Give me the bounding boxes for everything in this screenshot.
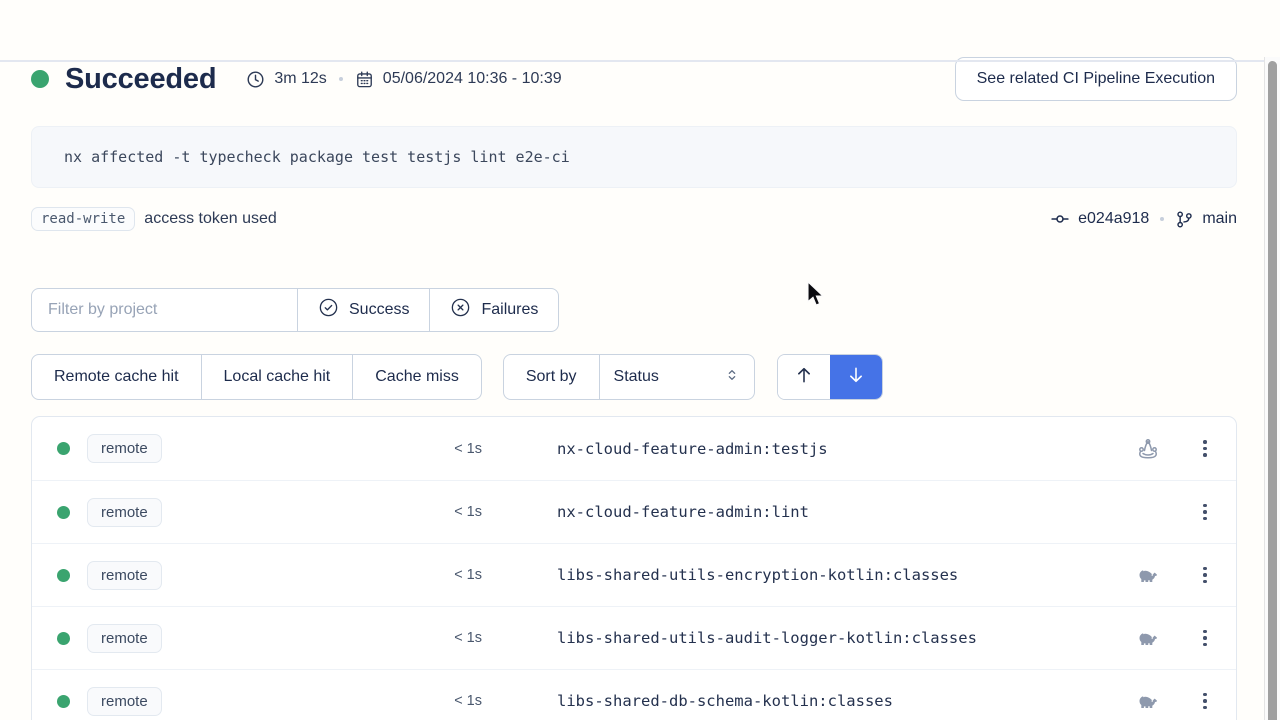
task-name[interactable]: libs-shared-db-schema-kotlin:classes [557, 692, 893, 710]
filter-failures-button[interactable]: Failures [429, 289, 558, 331]
sort-direction-group [777, 354, 883, 400]
git-branch-icon [1175, 210, 1194, 229]
status-success-dot [31, 70, 49, 88]
task-name[interactable]: libs-shared-utils-encryption-kotlin:clas… [557, 566, 958, 584]
run-status-title: Succeeded [65, 63, 216, 96]
task-name[interactable]: nx-cloud-feature-admin:lint [557, 503, 809, 521]
row-menu-kebab-icon[interactable] [1192, 560, 1218, 590]
git-commit-icon [1050, 209, 1070, 229]
task-row[interactable]: remote < 1s nx-cloud-feature-admin:testj… [32, 417, 1236, 480]
task-success-dot [57, 569, 70, 582]
run-header: Succeeded 3m 12s 05/06/2024 10:36 - 10:3… [31, 57, 1237, 101]
cache-miss-label: Cache miss [375, 368, 459, 386]
jest-icon [1136, 437, 1160, 461]
command-box: nx affected -t typecheck package test te… [31, 126, 1237, 188]
task-row[interactable]: remote < 1s libs-shared-utils-encryption… [32, 543, 1236, 606]
scrollbar-thumb[interactable] [1268, 61, 1277, 720]
token-row: read-write access token used e024a918 ma… [31, 205, 1237, 233]
cache-sort-row: Remote cache hit Local cache hit Cache m… [31, 354, 1237, 400]
check-circle-icon [318, 297, 339, 323]
cache-source-badge: remote [87, 434, 162, 463]
task-duration: < 1s [412, 693, 482, 709]
gradle-icon [1136, 563, 1160, 587]
filter-row: Success Failures [31, 288, 1237, 332]
filter-cache-miss-button[interactable]: Cache miss [352, 355, 481, 399]
run-date-range: 05/06/2024 10:36 - 10:39 [383, 70, 562, 88]
sort-field-select[interactable]: Status [599, 355, 754, 399]
local-cache-hit-label: Local cache hit [224, 368, 331, 386]
task-row[interactable]: remote < 1s libs-shared-utils-audit-logg… [32, 606, 1236, 669]
row-menu-kebab-icon[interactable] [1192, 434, 1218, 464]
task-row[interactable]: remote < 1s libs-shared-db-schema-kotlin… [32, 669, 1236, 720]
task-list: remote < 1s nx-cloud-feature-admin:testj… [31, 416, 1237, 720]
cache-source-badge: remote [87, 561, 162, 590]
task-success-dot [57, 632, 70, 645]
filter-failures-label: Failures [481, 301, 538, 319]
see-related-ci-pipeline-button[interactable]: See related CI Pipeline Execution [955, 57, 1237, 101]
sort-ascending-button[interactable] [778, 355, 830, 399]
task-duration: < 1s [412, 630, 482, 646]
branch-name[interactable]: main [1202, 210, 1237, 228]
calendar-icon [355, 70, 374, 89]
task-name[interactable]: libs-shared-utils-audit-logger-kotlin:cl… [557, 629, 977, 647]
access-token-label: access token used [144, 210, 277, 228]
filter-local-cache-hit-button[interactable]: Local cache hit [201, 355, 353, 399]
project-filter-group: Success Failures [31, 288, 559, 332]
task-duration: < 1s [412, 441, 482, 457]
clock-icon [246, 70, 265, 89]
top-divider [0, 60, 1264, 62]
cache-source-badge: remote [87, 687, 162, 716]
separator-dot [1160, 217, 1164, 221]
sort-field-value: Status [614, 368, 659, 386]
gradle-icon [1136, 626, 1160, 650]
task-duration: < 1s [412, 567, 482, 583]
run-duration: 3m 12s [274, 70, 326, 88]
task-success-dot [57, 442, 70, 455]
filter-success-label: Success [349, 301, 409, 319]
task-row[interactable]: remote < 1s nx-cloud-feature-admin:lint [32, 480, 1236, 543]
row-menu-kebab-icon[interactable] [1192, 497, 1218, 527]
vcs-info: e024a918 main [1050, 209, 1237, 229]
gradle-icon [1136, 689, 1160, 713]
scrollbar-track[interactable] [1264, 57, 1280, 720]
row-menu-kebab-icon[interactable] [1192, 686, 1218, 716]
row-menu-kebab-icon[interactable] [1192, 623, 1218, 653]
cache-source-badge: remote [87, 624, 162, 653]
x-circle-icon [450, 297, 471, 323]
filter-success-button[interactable]: Success [297, 289, 429, 331]
task-duration: < 1s [412, 504, 482, 520]
run-meta: 3m 12s 05/06/2024 10:36 - 10:39 [246, 70, 561, 89]
chevron-updown-icon [724, 367, 740, 388]
cache-filter-group: Remote cache hit Local cache hit Cache m… [31, 354, 482, 400]
cache-source-badge: remote [87, 498, 162, 527]
sort-by-label: Sort by [504, 355, 599, 399]
sort-group: Sort by Status [503, 354, 755, 400]
filter-remote-cache-hit-button[interactable]: Remote cache hit [32, 355, 201, 399]
run-details-page: Succeeded 3m 12s 05/06/2024 10:36 - 10:3… [0, 57, 1264, 720]
task-success-dot [57, 695, 70, 708]
arrow-up-icon [794, 365, 814, 390]
command-text: nx affected -t typecheck package test te… [64, 148, 570, 166]
commit-sha[interactable]: e024a918 [1078, 210, 1149, 228]
arrow-down-icon [846, 365, 866, 390]
separator-dot [339, 77, 343, 81]
task-name[interactable]: nx-cloud-feature-admin:testjs [557, 440, 828, 458]
access-token-scope-badge: read-write [31, 207, 135, 231]
sort-descending-button[interactable] [830, 355, 882, 399]
remote-cache-hit-label: Remote cache hit [54, 368, 179, 386]
task-success-dot [57, 506, 70, 519]
project-filter-input[interactable] [32, 289, 297, 331]
